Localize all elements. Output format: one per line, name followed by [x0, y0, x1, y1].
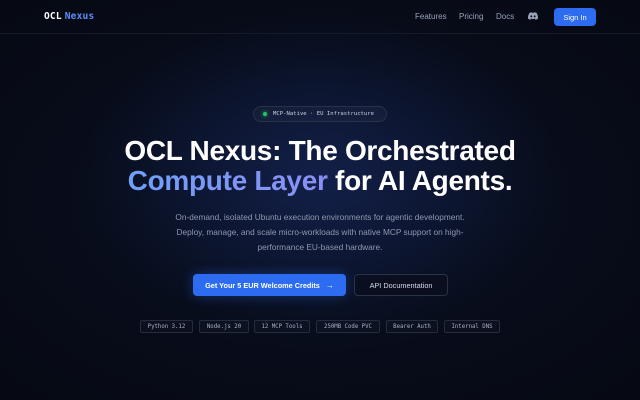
api-documentation-button[interactable]: API Documentation — [354, 274, 448, 296]
tech-chip-internal-dns: Internal DNS — [444, 320, 500, 333]
nav-link-features[interactable]: Features — [415, 12, 447, 21]
logo-primary: OCL — [44, 11, 62, 22]
headline-accent: Compute Layer — [127, 165, 328, 196]
status-badge-label: MCP-Native · EU Infrastructure — [273, 111, 375, 117]
tech-chip-bearer-auth: Bearer Auth — [386, 320, 438, 333]
top-navbar: OCL Nexus Features Pricing Docs Sign In — [0, 0, 640, 34]
status-dot — [263, 112, 267, 116]
headline-rest: for AI Agents. — [327, 165, 513, 196]
tech-chip-mcp-tools: 12 MCP Tools — [254, 320, 310, 333]
arrow-right-icon: → — [325, 280, 334, 290]
welcome-credits-label: Get Your 5 EUR Welcome Credits — [205, 280, 320, 290]
subtitle-line1: On-demand, isolated Ubuntu execution env… — [175, 212, 465, 222]
headline-line1: OCL Nexus: The Orchestrated — [124, 135, 516, 166]
nav-link-pricing[interactable]: Pricing — [459, 12, 483, 21]
tech-chip-python: Python 3.12 — [140, 320, 193, 333]
welcome-credits-button[interactable]: Get Your 5 EUR Welcome Credits → — [193, 274, 346, 296]
nav-link-docs[interactable]: Docs — [496, 12, 514, 21]
tech-chip-list: Python 3.12 Node.js 20 12 MCP Tools 250M… — [0, 320, 640, 334]
hero-subtitle: On-demand, isolated Ubuntu execution env… — [150, 210, 490, 255]
status-badge: MCP-Native · EU Infrastructure — [253, 106, 387, 122]
page-title: OCL Nexus: The Orchestrated Compute Laye… — [0, 136, 640, 196]
tech-chip-nodejs: Node.js 20 — [199, 320, 249, 333]
logo-accent: Nexus — [64, 11, 95, 22]
sign-in-button[interactable]: Sign In — [554, 8, 596, 26]
subtitle-line3: performance EU-based hardware. — [257, 242, 383, 252]
discord-icon[interactable] — [528, 12, 538, 20]
subtitle-line2: Deploy, manage, and scale micro-workload… — [176, 227, 464, 237]
logo[interactable]: OCL Nexus — [44, 11, 94, 22]
tech-chip-code-pvc: 250MB Code PVC — [316, 320, 380, 333]
